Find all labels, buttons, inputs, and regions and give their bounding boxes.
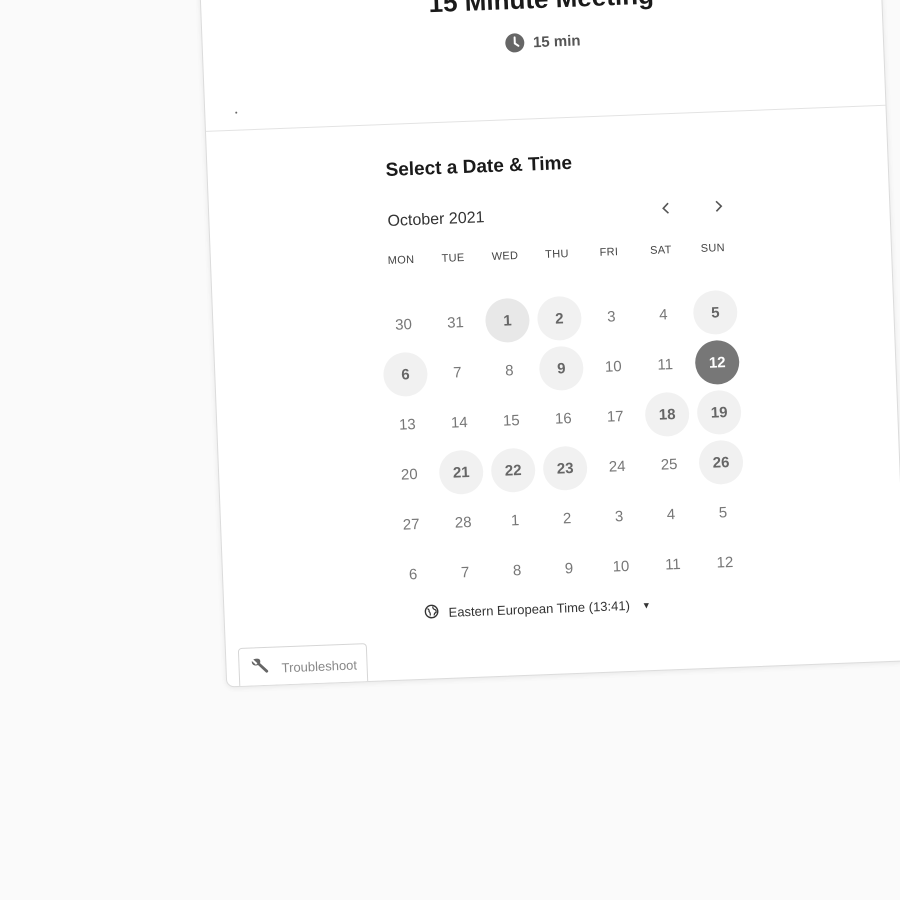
calendar-day: 11: [657, 355, 674, 374]
calendar-day-available[interactable]: 26: [698, 439, 744, 486]
calendar-day: 7: [452, 363, 462, 382]
weekday-label: THU: [544, 248, 569, 261]
weekday-label: SUN: [700, 242, 726, 255]
calendar-day: 27: [402, 515, 420, 534]
calendar-day: 5: [718, 503, 728, 521]
calendar-day: 12: [716, 553, 734, 572]
calendar-day-available[interactable]: 22: [490, 447, 537, 494]
clock-icon: [505, 33, 526, 54]
event-duration: 15 min: [203, 19, 883, 65]
calendar-day: 20: [400, 465, 418, 484]
calendar-day: 17: [606, 407, 624, 426]
calendar-day: 16: [554, 409, 572, 428]
troubleshoot-button[interactable]: Troubleshoot: [237, 643, 369, 688]
calendar-day: 2: [562, 509, 572, 527]
calendar-day-selected[interactable]: 12: [694, 339, 741, 386]
calendar-day: 3: [606, 307, 616, 326]
calendar-day: 3: [614, 507, 624, 525]
weekday-label: TUE: [441, 252, 465, 265]
calendar-day-available[interactable]: 5: [692, 289, 739, 336]
troubleshoot-label: Troubleshoot: [281, 657, 358, 676]
calendar-day: 7: [460, 563, 470, 581]
weekday-label: SAT: [649, 244, 672, 257]
calendar-day: 31: [446, 313, 465, 332]
weekday-label: MON: [387, 253, 415, 267]
caret-down-icon: ▼: [641, 599, 651, 610]
weekday-label: WED: [491, 249, 519, 263]
calendar-day: 10: [612, 557, 630, 576]
calendar-day: 8: [504, 361, 514, 380]
weekday-label: FRI: [599, 246, 619, 259]
calendar-day-available[interactable]: 2: [536, 295, 583, 342]
booking-card: 15 Minute Meeting 15 min Select a Date &…: [199, 0, 900, 688]
globe-icon: [424, 604, 439, 622]
description-dot: [235, 111, 238, 114]
calendar-day: 30: [394, 315, 413, 334]
month-label: October 2021: [387, 209, 485, 230]
calendar-day: 4: [658, 305, 668, 324]
calendar-day-available[interactable]: 23: [542, 445, 588, 492]
calendar-day: 1: [510, 511, 520, 529]
calendar-day: 28: [454, 513, 472, 532]
calendar-day: 10: [604, 357, 622, 376]
chevron-right-icon: [711, 193, 726, 220]
timezone-label: Eastern European Time (13:41): [448, 597, 631, 620]
header-divider: [205, 104, 886, 132]
calendar-day: 24: [608, 457, 626, 476]
calendar-day: 13: [398, 415, 417, 434]
calendar-day: 9: [564, 559, 574, 577]
calendar-day-available[interactable]: 9: [538, 345, 585, 392]
previous-month-button[interactable]: [649, 191, 684, 226]
calendar-day: 15: [502, 411, 520, 430]
calendar-day-available[interactable]: 18: [644, 391, 691, 438]
next-month-button[interactable]: [701, 189, 736, 224]
chevron-left-icon: [659, 195, 674, 222]
calendar-day: 4: [666, 505, 676, 523]
timezone-selector[interactable]: Eastern European Time (13:41) ▼: [424, 596, 651, 622]
calendar-day-available[interactable]: 1: [484, 297, 531, 344]
calendar-day-available[interactable]: 19: [696, 389, 742, 436]
calendar-day: 6: [408, 565, 418, 583]
calendar-day: 25: [660, 455, 678, 474]
wrench-icon: [249, 656, 272, 682]
calendar-day: 8: [512, 561, 522, 579]
calendar-grid: MON TUE WED THU FRI SAT SUN 30 31 1 2 3 …: [375, 236, 752, 600]
duration-label: 15 min: [532, 31, 581, 51]
calendar-day-available[interactable]: 21: [438, 449, 485, 496]
calendar-heading: Select a Date & Time: [385, 152, 573, 181]
calendar-day: 11: [664, 555, 682, 574]
calendar-day: 14: [450, 413, 468, 432]
calendar-day-available[interactable]: 6: [382, 351, 429, 398]
